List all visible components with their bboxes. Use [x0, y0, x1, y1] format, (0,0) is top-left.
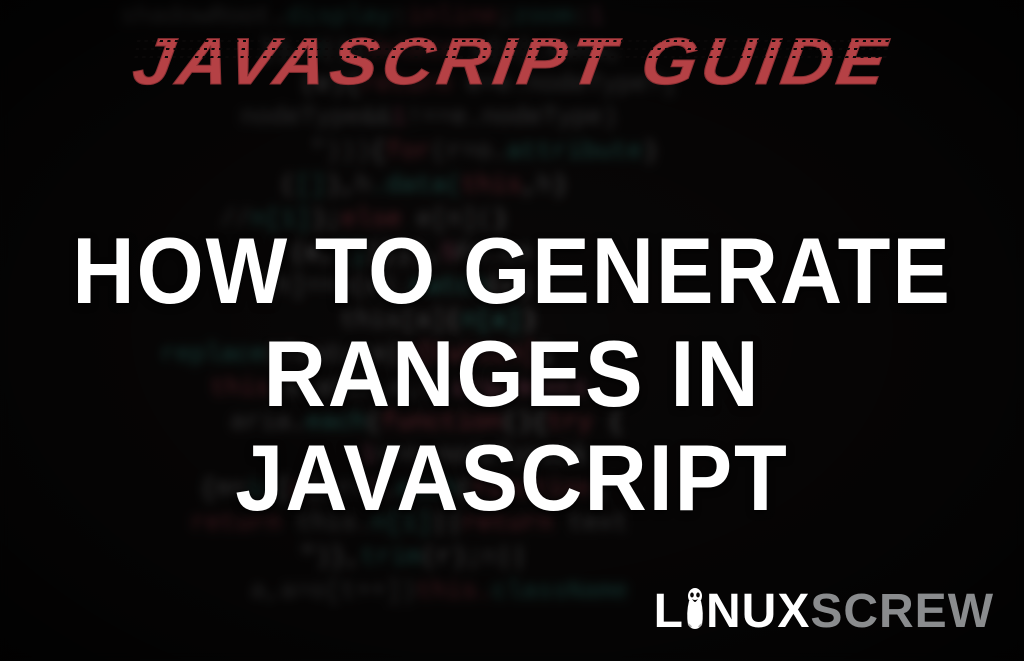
main-title: HOW TO GENERATE RANGES IN JAVASCRIPT [0, 219, 1024, 529]
guide-subtitle: JAVASCRIPT GUIDE [129, 28, 895, 94]
banner-content: JAVASCRIPT GUIDE HOW TO GENERATE RANGES … [0, 0, 1024, 661]
logo-word-linux: L NUX [654, 583, 811, 639]
logo-word-screw: SCREW [810, 584, 994, 639]
tux-icon [682, 587, 708, 631]
site-logo: L NUX SCREW [654, 583, 994, 639]
main-title-line1: HOW TO GENERATE [41, 219, 983, 322]
main-title-line2: RANGES IN JAVASCRIPT [41, 322, 983, 529]
